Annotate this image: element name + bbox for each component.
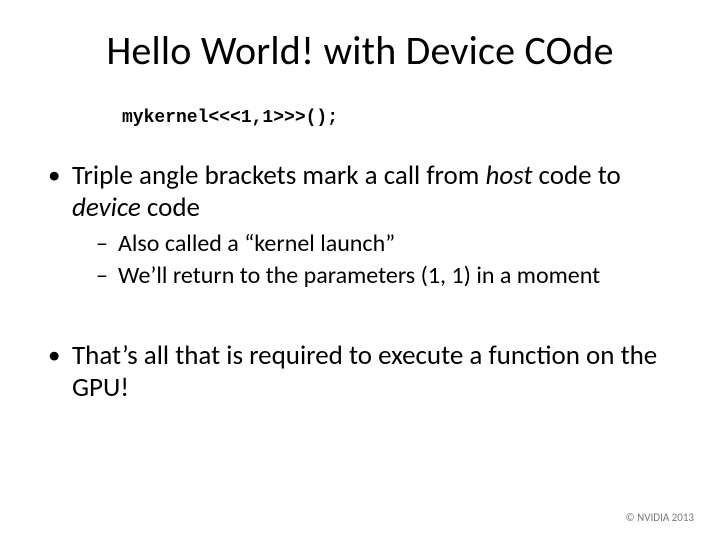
- bullet-2: That’s all that is required to execute a…: [44, 340, 684, 404]
- bullet-list-2: That’s all that is required to execute a…: [44, 340, 684, 404]
- sub-bullet-2: We’ll return to the parameters (1, 1) in…: [96, 262, 684, 290]
- bullet-1-text-pre: Triple angle brackets mark a call from: [72, 159, 485, 192]
- bullet-1-text-post: code: [141, 191, 200, 224]
- slide: Hello World! with Device COde mykernel<<…: [0, 0, 720, 540]
- slide-title: Hello World! with Device COde: [0, 26, 720, 75]
- bullet-1-text-mid: code to: [532, 159, 620, 192]
- code-snippet: mykernel<<<1,1>>>();: [122, 108, 338, 128]
- spacer: [44, 300, 684, 340]
- bullet-1: Triple angle brackets mark a call from h…: [44, 160, 684, 290]
- copyright-footer: © NVIDIA 2013: [626, 511, 694, 524]
- bullet-1-host: host: [485, 159, 532, 192]
- slide-body: Triple angle brackets mark a call from h…: [44, 160, 684, 414]
- sub-bullet-1: Also called a “kernel launch”: [96, 230, 684, 258]
- bullet-list: Triple angle brackets mark a call from h…: [44, 160, 684, 290]
- bullet-1-device: device: [72, 191, 141, 224]
- sub-bullet-list: Also called a “kernel launch” We’ll retu…: [72, 230, 684, 291]
